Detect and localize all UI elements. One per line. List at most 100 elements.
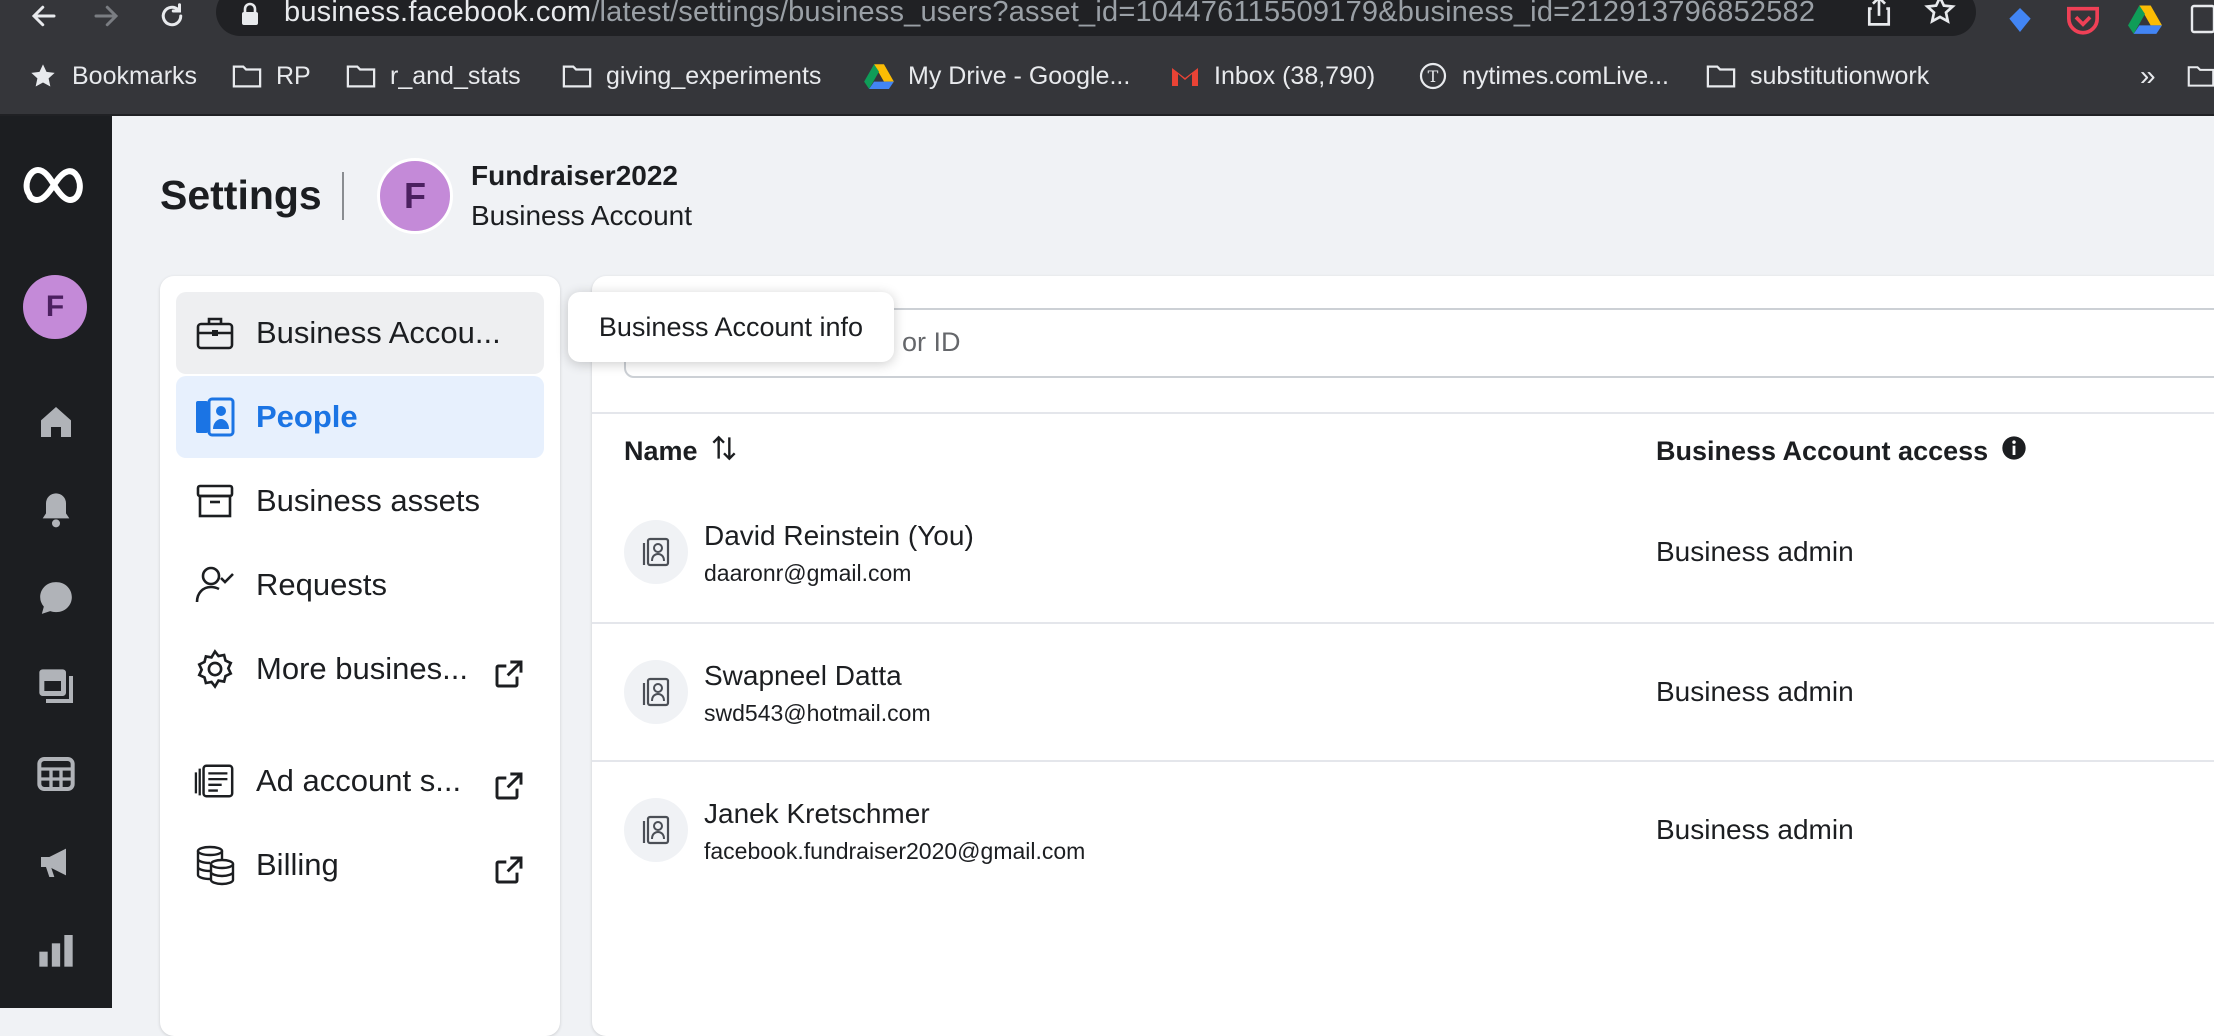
other-bookmarks[interactable] bbox=[2186, 56, 2214, 96]
address-bar[interactable]: business.facebook.com/latest/settings/bu… bbox=[216, 0, 1976, 36]
nav-item-label: People bbox=[256, 399, 358, 434]
user-name: David Reinstein (You) bbox=[704, 520, 974, 551]
rail-messages[interactable] bbox=[34, 576, 78, 620]
meta-logo-icon bbox=[21, 160, 91, 204]
reload-icon bbox=[157, 1, 187, 31]
google-drive-extension-icon[interactable] bbox=[2128, 4, 2162, 34]
rail-avatar[interactable]: F bbox=[23, 275, 87, 339]
rail-home[interactable] bbox=[34, 400, 78, 444]
extension-icon[interactable] bbox=[2190, 4, 2214, 34]
business-account-tooltip: Business Account info bbox=[568, 292, 894, 362]
folder-icon bbox=[562, 61, 592, 91]
folder-icon bbox=[2186, 61, 2214, 91]
nav-item-label: Business assets bbox=[256, 483, 480, 518]
bookmark-substitutionwork[interactable]: substitutionwork bbox=[1706, 56, 1929, 96]
table-row[interactable]: Janek Kretschmer facebook.fundraiser2020… bbox=[592, 760, 2214, 898]
user-access: Business admin bbox=[1656, 676, 1854, 707]
svg-text:T: T bbox=[1428, 67, 1439, 86]
browser-toolbar: business.facebook.com/latest/settings/bu… bbox=[0, 0, 2214, 38]
billing-coins-icon bbox=[194, 844, 236, 886]
back-button[interactable] bbox=[22, 0, 66, 32]
nav-item-label: More busines... bbox=[256, 651, 468, 686]
left-rail: F bbox=[0, 116, 112, 1008]
info-icon[interactable] bbox=[2000, 434, 2028, 462]
forward-button[interactable] bbox=[84, 0, 128, 32]
bookmark-label: Inbox (38,790) bbox=[1214, 61, 1376, 90]
bookmark-label: substitutionwork bbox=[1750, 61, 1930, 90]
bookmark-label: nytimes.comLive... bbox=[1462, 61, 1670, 90]
column-header-name[interactable]: Name bbox=[624, 436, 698, 467]
calendar-grid-icon bbox=[36, 754, 76, 794]
table-row[interactable]: David Reinstein (You) daaronr@gmail.com … bbox=[592, 484, 2214, 622]
bookmark-giving-experiments[interactable]: giving_experiments bbox=[562, 56, 821, 96]
header-divider bbox=[342, 172, 344, 220]
megaphone-icon bbox=[36, 842, 76, 882]
folder-icon bbox=[346, 61, 376, 91]
external-link-icon bbox=[488, 849, 530, 891]
rail-ads[interactable] bbox=[34, 840, 78, 884]
lock-icon bbox=[240, 2, 260, 26]
home-icon bbox=[36, 402, 76, 442]
bookmark-r-and-stats[interactable]: r_and_stats bbox=[346, 56, 521, 96]
rail-planner[interactable] bbox=[34, 752, 78, 796]
nav-item-label: Requests bbox=[256, 567, 387, 602]
user-id-card-icon bbox=[624, 520, 688, 584]
user-id-card-icon bbox=[624, 798, 688, 862]
star-icon bbox=[28, 61, 58, 91]
rail-insights[interactable] bbox=[34, 928, 78, 972]
bookmark-my-drive[interactable]: My Drive - Google... bbox=[864, 56, 1130, 96]
chat-bubble-icon bbox=[36, 578, 76, 618]
bookmarks-bar: Bookmarks RP r_and_stats giving_experime… bbox=[0, 38, 2214, 116]
bookmark-star-icon[interactable] bbox=[1924, 0, 1956, 26]
bookmarks-overflow-button[interactable]: » bbox=[2140, 56, 2156, 96]
user-access: Business admin bbox=[1656, 536, 1854, 567]
business-avatar[interactable]: F bbox=[377, 158, 453, 234]
page-title: Settings bbox=[160, 172, 322, 218]
reload-button[interactable] bbox=[150, 0, 194, 32]
bookmark-bookmarks[interactable]: Bookmarks bbox=[28, 56, 197, 96]
nav-item-more-business-settings[interactable]: More busines... bbox=[176, 628, 544, 710]
external-link-icon bbox=[488, 765, 530, 807]
nav-item-label: Billing bbox=[256, 847, 339, 882]
sort-arrows-icon[interactable] bbox=[708, 432, 740, 464]
user-email: daaronr@gmail.com bbox=[704, 560, 912, 586]
nav-item-people[interactable]: People bbox=[176, 376, 544, 458]
rail-notifications[interactable] bbox=[34, 488, 78, 532]
extension-shield-icon[interactable] bbox=[2004, 4, 2036, 36]
person-check-icon bbox=[194, 564, 236, 606]
share-icon[interactable] bbox=[1864, 0, 1894, 28]
bookmark-label: My Drive - Google... bbox=[908, 61, 1131, 90]
nav-item-business-account[interactable]: Business Accou... bbox=[176, 292, 544, 374]
nav-item-requests[interactable]: Requests bbox=[176, 544, 544, 626]
pages-stack-icon bbox=[36, 666, 76, 706]
rail-content[interactable] bbox=[34, 664, 78, 708]
business-type: Business Account bbox=[471, 200, 693, 231]
pocket-icon[interactable] bbox=[2066, 4, 2100, 36]
bookmark-label: giving_experiments bbox=[606, 61, 822, 90]
bookmark-label: RP bbox=[276, 61, 311, 90]
table-row[interactable]: Swapneel Datta swd543@hotmail.com Busine… bbox=[592, 622, 2214, 760]
nav-item-label: Business Accou... bbox=[256, 315, 501, 350]
user-id-card-icon bbox=[624, 660, 688, 724]
meta-logo[interactable] bbox=[22, 160, 90, 204]
bookmark-rp[interactable]: RP bbox=[232, 56, 311, 96]
nav-item-business-assets[interactable]: Business assets bbox=[176, 460, 544, 542]
overflow-chevron-icon: » bbox=[2140, 60, 2156, 91]
nav-item-billing[interactable]: Billing bbox=[176, 824, 544, 906]
folder-icon bbox=[1706, 61, 1736, 91]
bookmark-nytimes[interactable]: T nytimes.comLive... bbox=[1418, 56, 1669, 96]
nav-item-ad-account-settings[interactable]: Ad account s... bbox=[176, 740, 544, 822]
search-placeholder: or ID bbox=[902, 327, 961, 357]
user-name: Swapneel Datta bbox=[704, 660, 902, 691]
user-name: Janek Kretschmer bbox=[704, 798, 930, 829]
people-panel: or ID Name Business Account access David… bbox=[592, 276, 2214, 1036]
bell-icon bbox=[36, 490, 76, 530]
user-access: Business admin bbox=[1656, 814, 1854, 845]
business-name: Fundraiser2022 bbox=[471, 160, 678, 191]
external-link-icon bbox=[488, 653, 530, 695]
back-arrow-icon bbox=[29, 1, 59, 31]
bookmark-inbox[interactable]: Inbox (38,790) bbox=[1170, 56, 1375, 96]
table-header: Name Business Account access bbox=[592, 412, 2214, 484]
user-email: facebook.fundraiser2020@gmail.com bbox=[704, 838, 1086, 864]
briefcase-icon bbox=[194, 312, 236, 354]
